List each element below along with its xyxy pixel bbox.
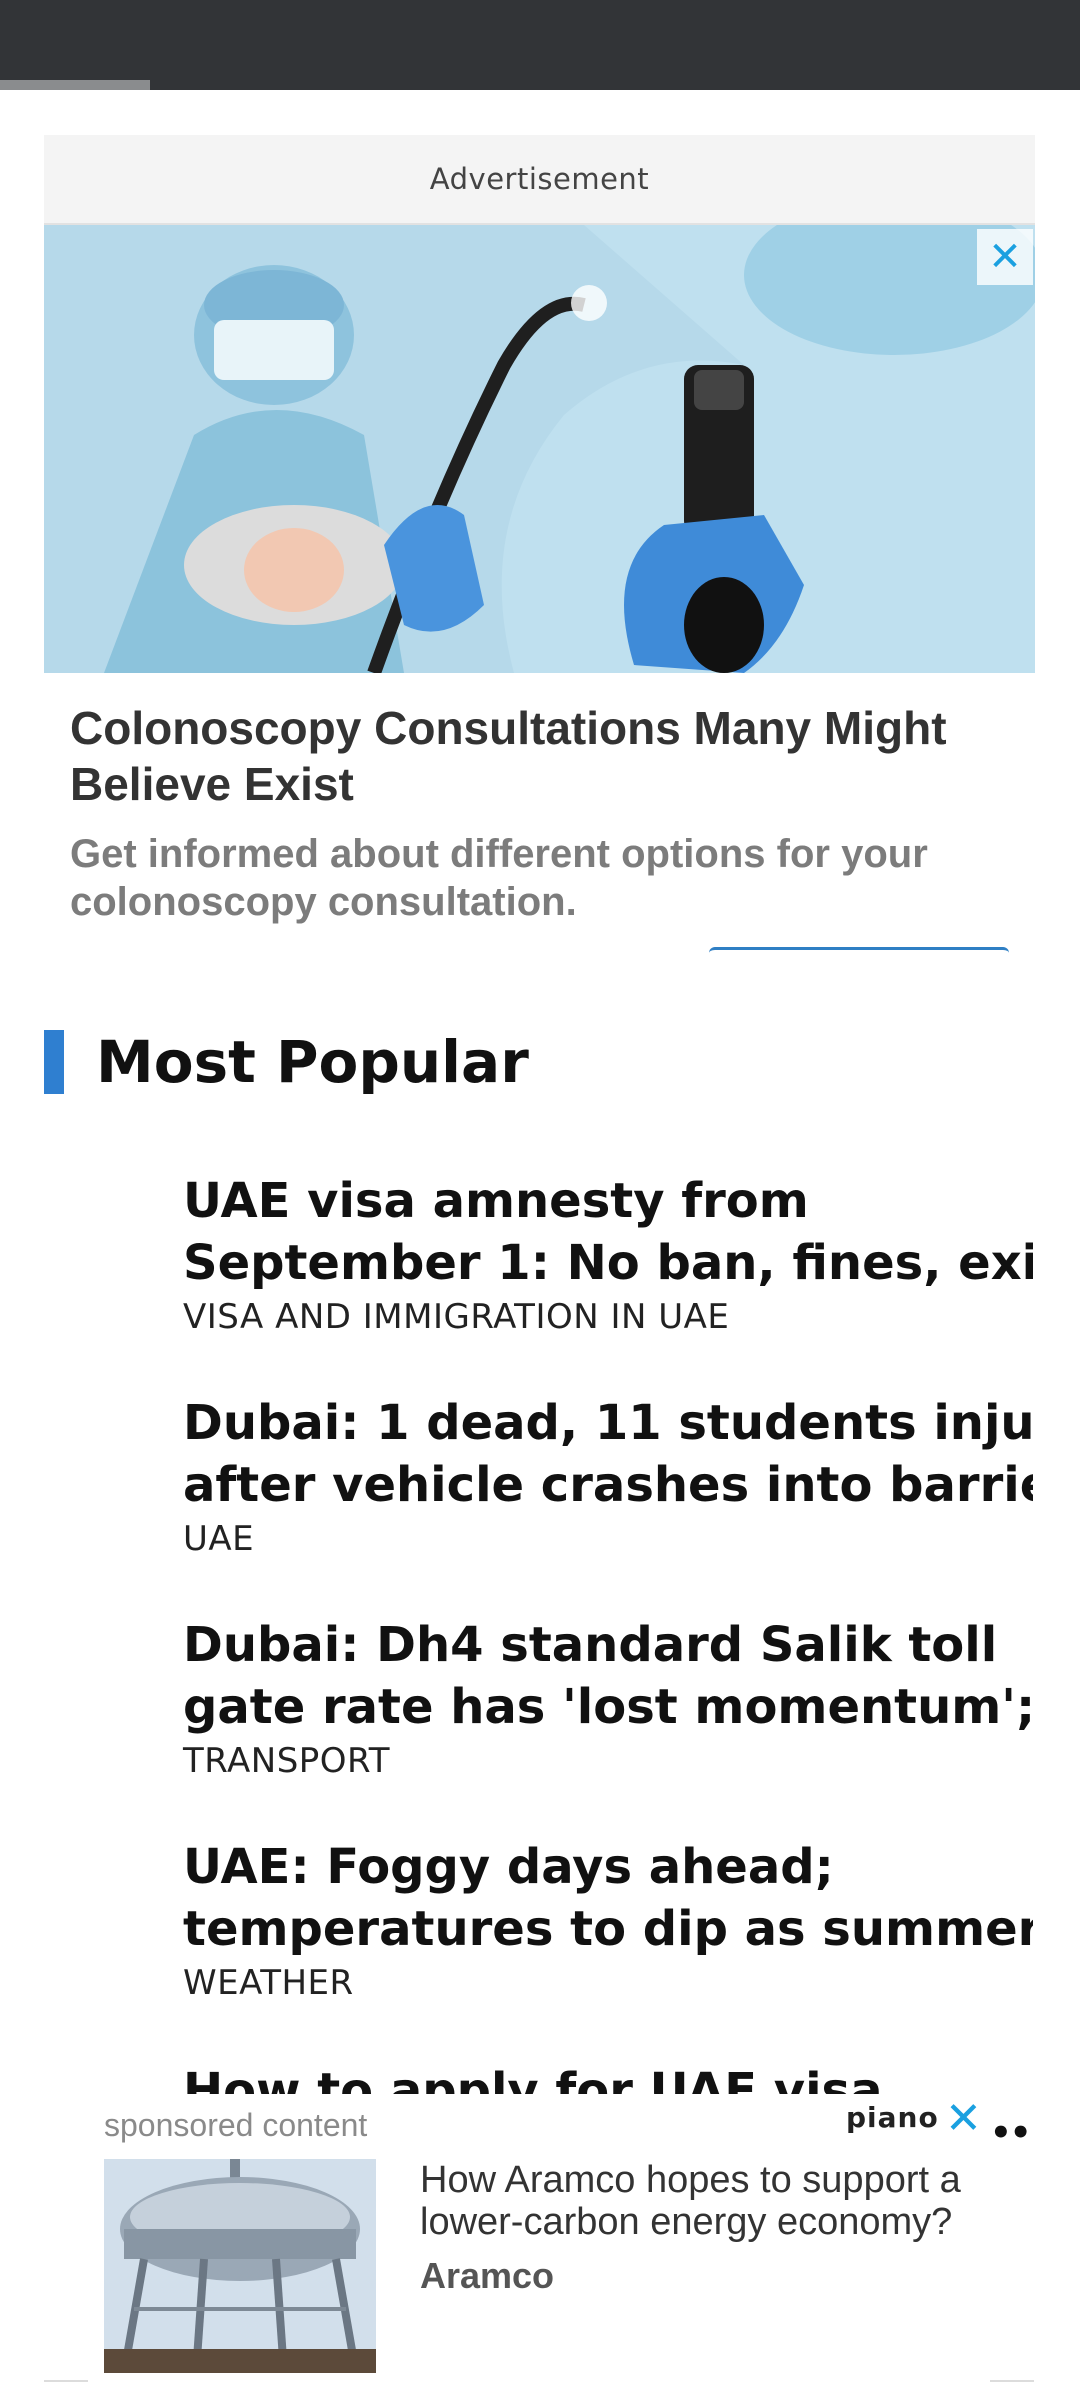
page-load-progress [0,80,150,90]
most-popular-header: Most Popular [44,1028,529,1096]
sponsor-network-logo: piano [846,2101,939,2134]
advertisement-block[interactable]: Advertisement ✕ Colonoscopy Consultation… [44,135,1035,955]
article-category[interactable]: WEATHER [183,1962,1033,2004]
ad-title[interactable]: Colonoscopy Consultations Many Might Bel… [70,700,1010,812]
article-title[interactable]: UAE visa amnesty from September 1: No ba… [183,1170,1033,1294]
article-category[interactable]: TRANSPORT [183,1740,1033,1782]
sponsored-image[interactable] [104,2159,376,2373]
top-app-bar [0,0,1080,90]
article-category[interactable]: VISA AND IMMIGRATION IN UAE [183,1296,1033,1338]
article-title[interactable]: Dubai: 1 dead, 11 students injured after… [183,1392,1033,1516]
article-category[interactable]: UAE [183,1518,1033,1560]
close-icon[interactable]: ✕ [945,2097,982,2141]
advertisement-header: Advertisement [44,135,1035,225]
most-popular-list: UAE visa amnesty from September 1: No ba… [183,1170,1033,2058]
ad-description[interactable]: Get informed about different options for… [70,830,1010,926]
list-item[interactable]: UAE visa amnesty from September 1: No ba… [183,1170,1033,1392]
section-title: Most Popular [96,1028,529,1096]
close-icon: ✕ [988,234,1022,280]
list-item[interactable]: UAE: Foggy days ahead; temperatures to d… [183,1836,1033,2058]
sponsored-content-widget[interactable]: sponsored content piano ✕ •• How Aramco … [0,2095,1080,2400]
ad-image[interactable]: ✕ [44,225,1035,673]
more-icon[interactable]: •• [990,2113,1031,2153]
list-item[interactable]: Dubai: 1 dead, 11 students injured after… [183,1392,1033,1614]
sponsored-label: sponsored content [104,2107,368,2143]
sponsored-source[interactable]: Aramco [420,2255,554,2297]
advertisement-label: Advertisement [429,162,650,196]
partial-list-item[interactable]: How to apply for UAE visa [183,2060,1033,2094]
ad-image-illustration [44,225,1035,673]
article-title: How to apply for UAE visa [183,2063,883,2094]
divider [990,2380,1034,2382]
sponsored-headline[interactable]: How Aramco hopes to support a lower-carb… [420,2159,1020,2243]
ad-choices-close[interactable]: ✕ [977,229,1033,285]
water-tower-illustration [104,2159,376,2373]
article-title[interactable]: UAE: Foggy days ahead; temperatures to d… [183,1836,1033,1960]
ad-cta-button[interactable] [709,947,1009,955]
section-accent-bar [44,1030,64,1094]
divider [44,2380,88,2382]
article-title[interactable]: Dubai: Dh4 standard Salik toll gate rate… [183,1614,1033,1738]
list-item[interactable]: Dubai: Dh4 standard Salik toll gate rate… [183,1614,1033,1836]
